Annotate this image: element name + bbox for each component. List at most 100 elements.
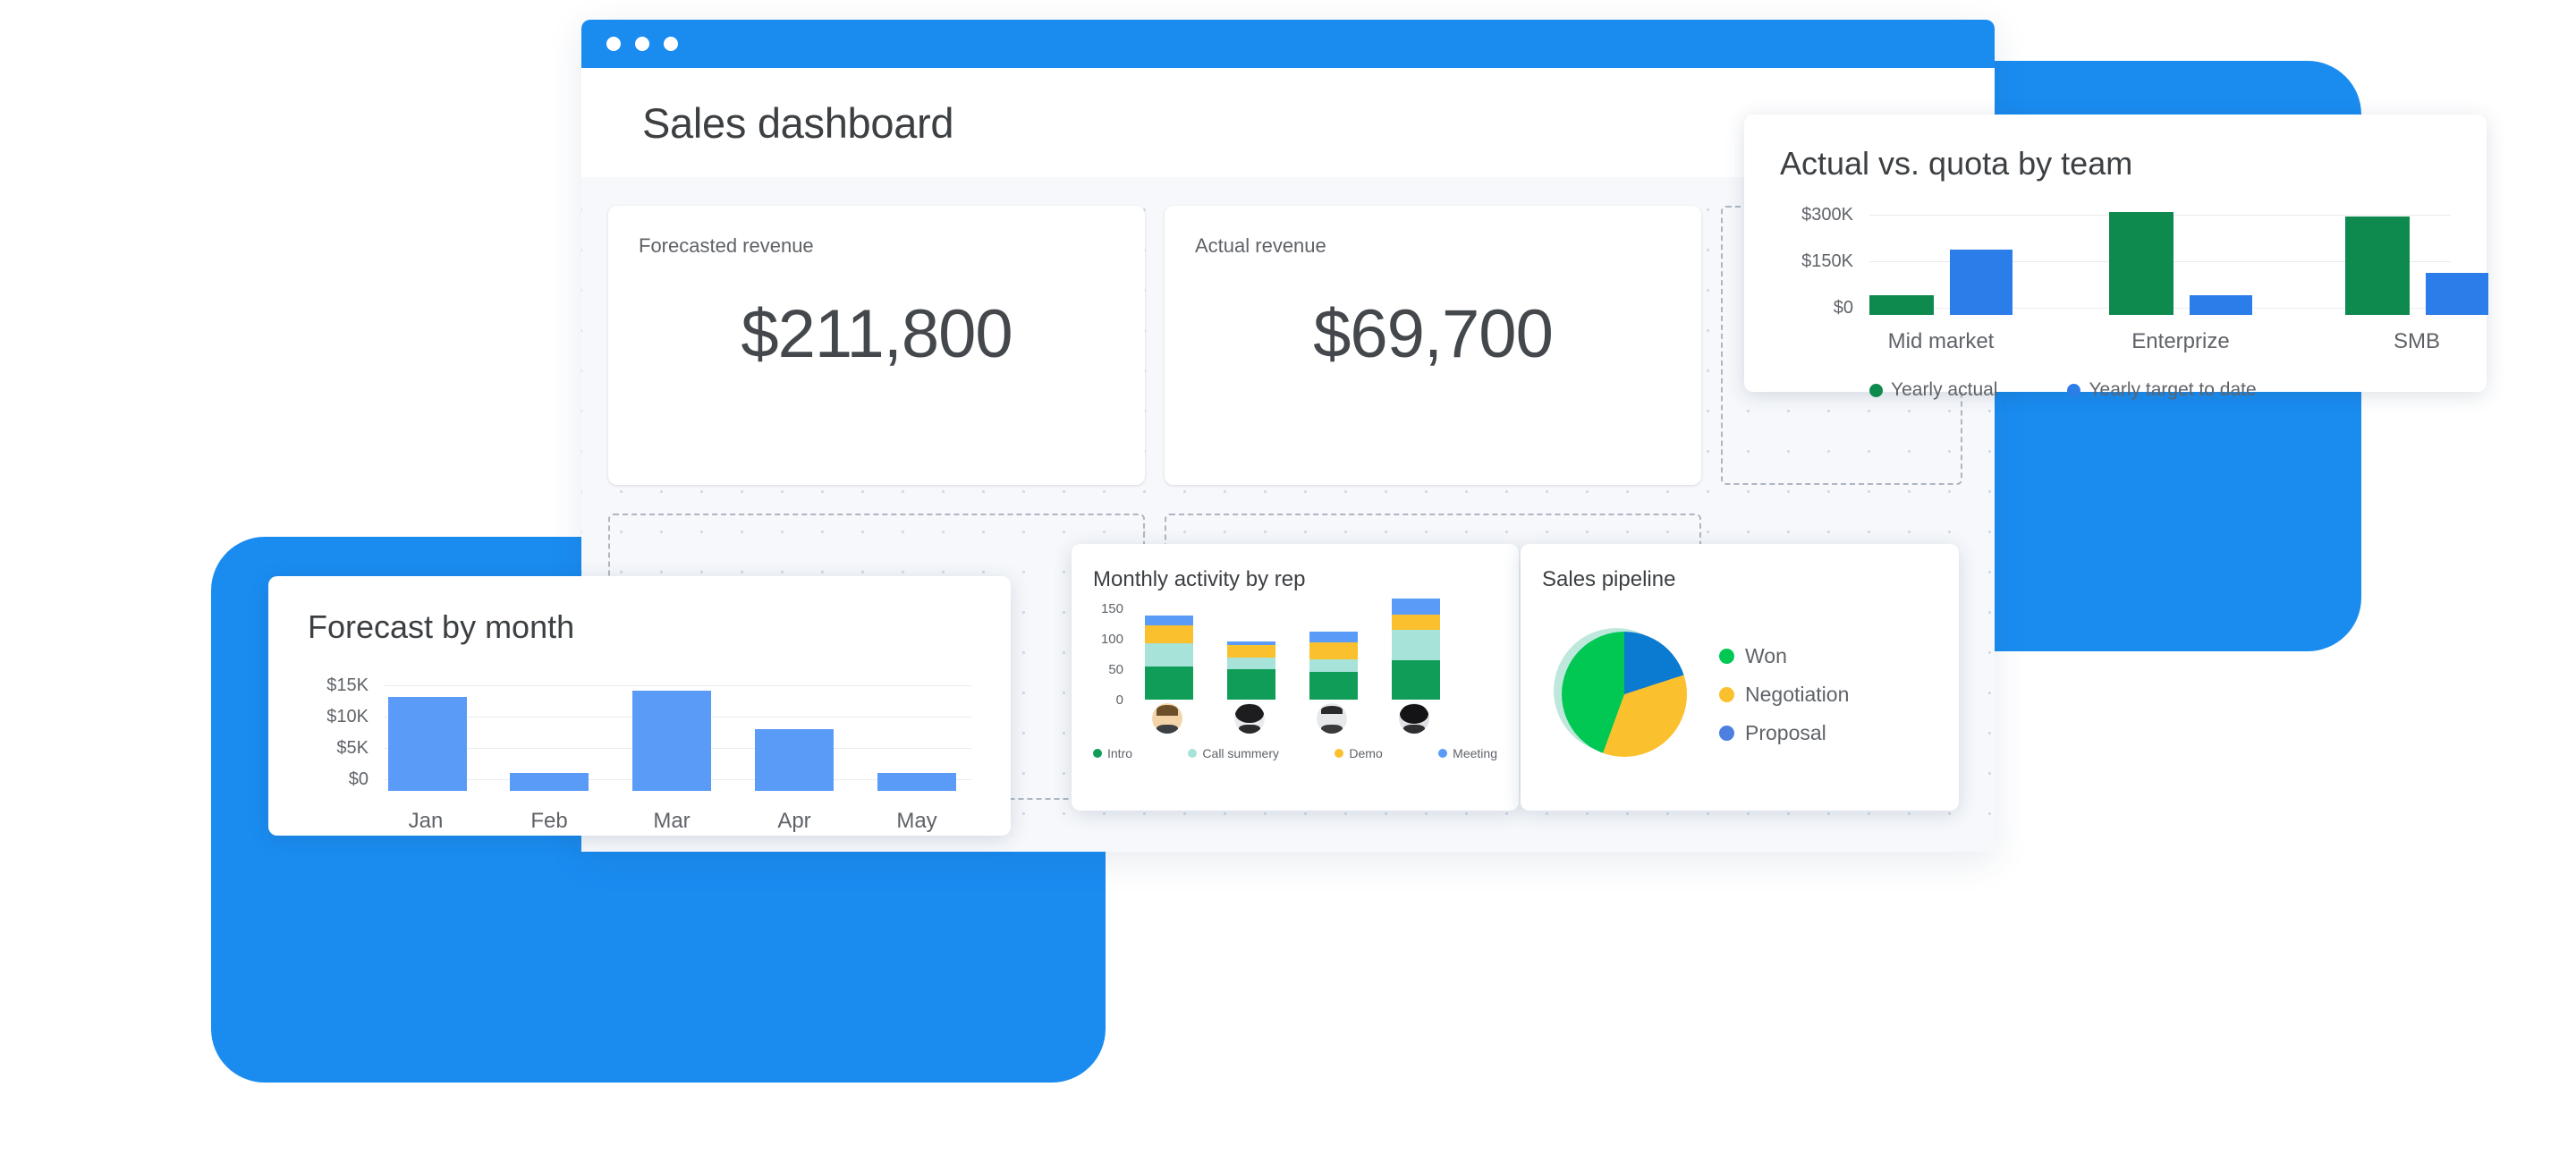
segment-meeting xyxy=(1309,632,1358,642)
gridline-15k xyxy=(385,685,971,686)
legend-item-call-summery[interactable]: Call summery xyxy=(1188,746,1279,760)
y-tick-label: 100 xyxy=(1093,632,1123,647)
segment-meeting xyxy=(1145,616,1193,625)
legend-label: Won xyxy=(1745,644,1787,668)
pie-chart[interactable] xyxy=(1562,632,1687,757)
bar-jan[interactable] xyxy=(388,697,467,791)
avatar-hair xyxy=(1321,706,1342,715)
legend-label: Intro xyxy=(1107,746,1132,760)
card-title: Forecast by month xyxy=(308,608,971,646)
close-dot-icon[interactable] xyxy=(606,37,621,51)
segment-demo xyxy=(1392,615,1440,630)
segment-demo xyxy=(1227,645,1275,658)
legend-dot-icon xyxy=(1719,726,1734,741)
activity-plot-area: 150 100 50 0 xyxy=(1093,608,1497,714)
stacked-bar-rep-4[interactable] xyxy=(1392,599,1440,700)
segment-intro xyxy=(1145,667,1193,700)
segment-meeting xyxy=(1392,599,1440,615)
kpi-label: Actual revenue xyxy=(1195,234,1671,258)
legend-item-won[interactable]: Won xyxy=(1719,644,1849,668)
avatar-hair xyxy=(1235,704,1263,723)
legend-label: Meeting xyxy=(1453,746,1497,760)
segment-intro xyxy=(1309,672,1358,700)
legend-item-meeting[interactable]: Meeting xyxy=(1438,746,1497,760)
legend-dot-icon xyxy=(1869,384,1883,397)
legend-dot-icon xyxy=(2067,384,2080,397)
avatar-body xyxy=(1157,725,1178,734)
legend-item-demo[interactable]: Demo xyxy=(1335,746,1382,760)
legend-dot-icon xyxy=(1335,749,1343,758)
y-tick-label: 150 xyxy=(1093,601,1123,616)
legend-item-negotiation[interactable]: Negotiation xyxy=(1719,683,1849,707)
quota-legend: Yearly actual Yearly target to date xyxy=(1869,379,2451,401)
x-tick-label: Enterprize xyxy=(2100,329,2261,354)
y-tick-label: $10K xyxy=(308,707,369,727)
stacked-bar-rep-3[interactable] xyxy=(1309,632,1358,700)
legend-label: Proposal xyxy=(1745,721,1826,745)
quota-x-axis: Mid market Enterprize SMB xyxy=(1869,329,2451,356)
bar-may[interactable] xyxy=(877,773,956,791)
bar-feb[interactable] xyxy=(510,773,589,791)
kpi-label: Forecasted revenue xyxy=(639,234,1114,258)
minimize-dot-icon[interactable] xyxy=(635,37,649,51)
y-tick-label: $0 xyxy=(1780,298,1853,318)
avatar-hair xyxy=(1157,705,1178,716)
legend-label: Demo xyxy=(1349,746,1382,760)
y-tick-label: $15K xyxy=(308,675,369,696)
window-titlebar xyxy=(581,20,1995,68)
stacked-bar-rep-1[interactable] xyxy=(1145,616,1193,700)
legend-item-proposal[interactable]: Proposal xyxy=(1719,721,1849,745)
y-tick-label: $5K xyxy=(308,738,369,759)
activity-bars-region xyxy=(1140,608,1494,714)
forecast-bars-region xyxy=(385,685,971,791)
forecast-plot-area: $15K $10K $5K $0 xyxy=(308,685,971,791)
avatar-rep-3[interactable] xyxy=(1317,703,1347,734)
avatar-rep-2[interactable] xyxy=(1234,703,1265,734)
legend-item-yearly-target-to-date[interactable]: Yearly target to date xyxy=(2067,379,2256,401)
card-actual-vs-quota[interactable]: Actual vs. quota by team $300K $150K $0 xyxy=(1744,115,2487,392)
kpi-card-actual-revenue[interactable]: Actual revenue $69,700 xyxy=(1165,206,1701,485)
bar-yearly-actual-enterprize[interactable] xyxy=(2109,212,2174,315)
bar-yearly-target-enterprize[interactable] xyxy=(2190,295,2252,315)
maximize-dot-icon[interactable] xyxy=(664,37,678,51)
segment-call-summery xyxy=(1392,630,1440,660)
kpi-value: $69,700 xyxy=(1195,295,1671,373)
card-forecast-by-month[interactable]: Forecast by month $15K $10K $5K $0 Jan F… xyxy=(268,576,1011,836)
legend-dot-icon xyxy=(1719,649,1734,664)
avatar-rep-1[interactable] xyxy=(1152,703,1182,734)
bar-apr[interactable] xyxy=(755,729,834,791)
quota-bars-region xyxy=(1869,215,2451,320)
card-title: Actual vs. quota by team xyxy=(1780,145,2451,183)
x-tick-label: SMB xyxy=(2336,329,2497,354)
x-tick-label: Mar xyxy=(629,809,715,834)
avatar-rep-4[interactable] xyxy=(1399,703,1429,734)
activity-legend: Intro Call summery Demo Meeting xyxy=(1093,746,1497,760)
bar-yearly-target-mid-market[interactable] xyxy=(1950,250,2012,315)
bar-yearly-target-smb[interactable] xyxy=(2426,273,2488,315)
legend-dot-icon xyxy=(1719,687,1734,702)
kpi-card-forecasted-revenue[interactable]: Forecasted revenue $211,800 xyxy=(608,206,1145,485)
bar-yearly-actual-mid-market[interactable] xyxy=(1869,295,1934,315)
bar-yearly-actual-smb[interactable] xyxy=(2345,217,2410,315)
forecast-x-axis: Jan Feb Mar Apr May xyxy=(385,809,971,837)
x-tick-label: Mid market xyxy=(1860,329,2021,354)
y-tick-label: $150K xyxy=(1780,251,1853,272)
x-tick-label: May xyxy=(874,809,960,834)
bar-mar[interactable] xyxy=(632,691,711,791)
segment-call-summery xyxy=(1145,643,1193,667)
card-sales-pipeline[interactable]: Sales pipeline Won Negotiation xyxy=(1521,544,1959,811)
y-tick-label: $300K xyxy=(1780,205,1853,225)
card-monthly-activity-by-rep[interactable]: Monthly activity by rep 150 100 50 0 xyxy=(1072,544,1519,811)
legend-dot-icon xyxy=(1438,749,1447,758)
legend-item-yearly-actual[interactable]: Yearly actual xyxy=(1869,379,1997,401)
card-title: Monthly activity by rep xyxy=(1093,567,1497,592)
x-tick-label: Apr xyxy=(751,809,837,834)
segment-call-summery xyxy=(1227,658,1275,669)
card-title: Sales pipeline xyxy=(1542,567,1937,592)
legend-item-intro[interactable]: Intro xyxy=(1093,746,1132,760)
y-tick-label: 0 xyxy=(1093,692,1123,708)
segment-intro xyxy=(1227,669,1275,700)
legend-label: Yearly actual xyxy=(1891,379,1997,401)
segment-demo xyxy=(1145,625,1193,643)
stacked-bar-rep-2[interactable] xyxy=(1227,641,1275,700)
